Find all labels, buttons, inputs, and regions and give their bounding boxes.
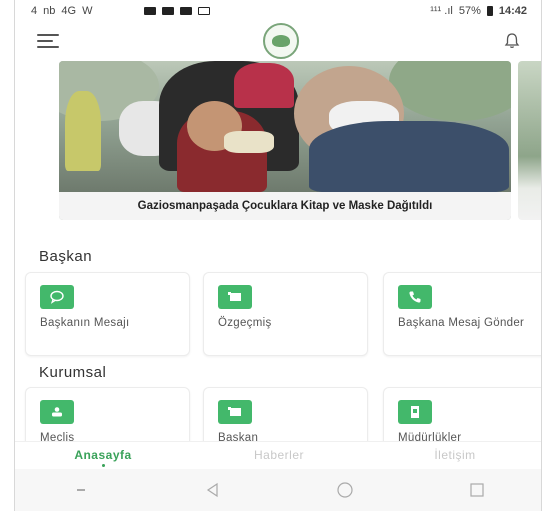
tab-haberler[interactable]: Haberler [191,442,367,462]
status-left: 4 nb 4G W [31,5,211,17]
card-label: Başkana Mesaj Gönder [398,317,525,329]
battery-level: 57% [458,5,481,17]
clock: 14:42 [498,5,527,17]
card-meclis[interactable]: Meclis [25,387,190,447]
phone-screen: 4 nb 4G W ¹¹¹ .ıl 57% 14:42 Gaziosmanpaş… [14,0,542,511]
next-carousel-card[interactable] [518,61,541,220]
news-carousel-card[interactable]: Gaziosmanpaşada Çocuklara Kitap ve Maske… [59,61,511,220]
notification-icon [198,7,211,15]
battery-icon [486,6,493,16]
card-mudurlukler[interactable]: Müdürlükler [383,387,541,447]
assembly-icon [40,400,74,424]
menu-nav-icon[interactable] [61,478,101,502]
status-item: 4G [61,5,77,17]
section-title-baskan: Başkan [39,248,93,265]
status-right: ¹¹¹ .ıl 57% 14:42 [430,5,527,17]
status-bar: 4 nb 4G W ¹¹¹ .ıl 57% 14:42 [15,0,541,22]
back-nav-icon[interactable] [193,478,233,502]
app-header [15,22,541,60]
chat-bubble-icon [40,285,74,309]
section-title-kurumsal: Kurumsal [39,364,107,381]
notification-icon [162,7,175,15]
card-baskanin-mesaji[interactable]: Başkanın Mesajı [25,272,190,356]
system-nav-bar [15,469,541,511]
news-caption: Gaziosmanpaşada Çocuklara Kitap ve Maske… [59,192,511,220]
card-baskana-mesaj-gonder[interactable]: Başkana Mesaj Gönder [383,272,541,356]
building-icon [398,400,432,424]
tab-iletisim[interactable]: İletişim [367,442,541,462]
status-item: W [82,5,93,17]
municipality-logo[interactable] [263,23,299,59]
notification-icon [144,7,157,15]
tab-anasayfa[interactable]: Anasayfa [15,442,191,467]
document-icon [218,285,252,309]
hamburger-icon[interactable] [37,34,59,48]
recents-nav-icon[interactable] [457,478,497,502]
phone-icon [398,285,432,309]
bell-icon[interactable] [503,32,521,50]
notification-icon [180,7,193,15]
signal-indicator: ¹¹¹ .ıl [430,5,453,17]
news-photo [59,61,511,192]
card-ozgecmis[interactable]: Özgeçmiş [203,272,368,356]
status-item: nb [43,5,56,17]
status-item: 4 [31,5,38,17]
home-nav-icon[interactable] [325,478,365,502]
document-icon [218,400,252,424]
card-baskan[interactable]: Başkan [203,387,368,447]
bottom-tab-bar: Anasayfa Haberler İletişim [15,441,541,469]
card-label: Başkanın Mesajı [40,317,130,329]
card-label: Özgeçmiş [218,317,272,329]
